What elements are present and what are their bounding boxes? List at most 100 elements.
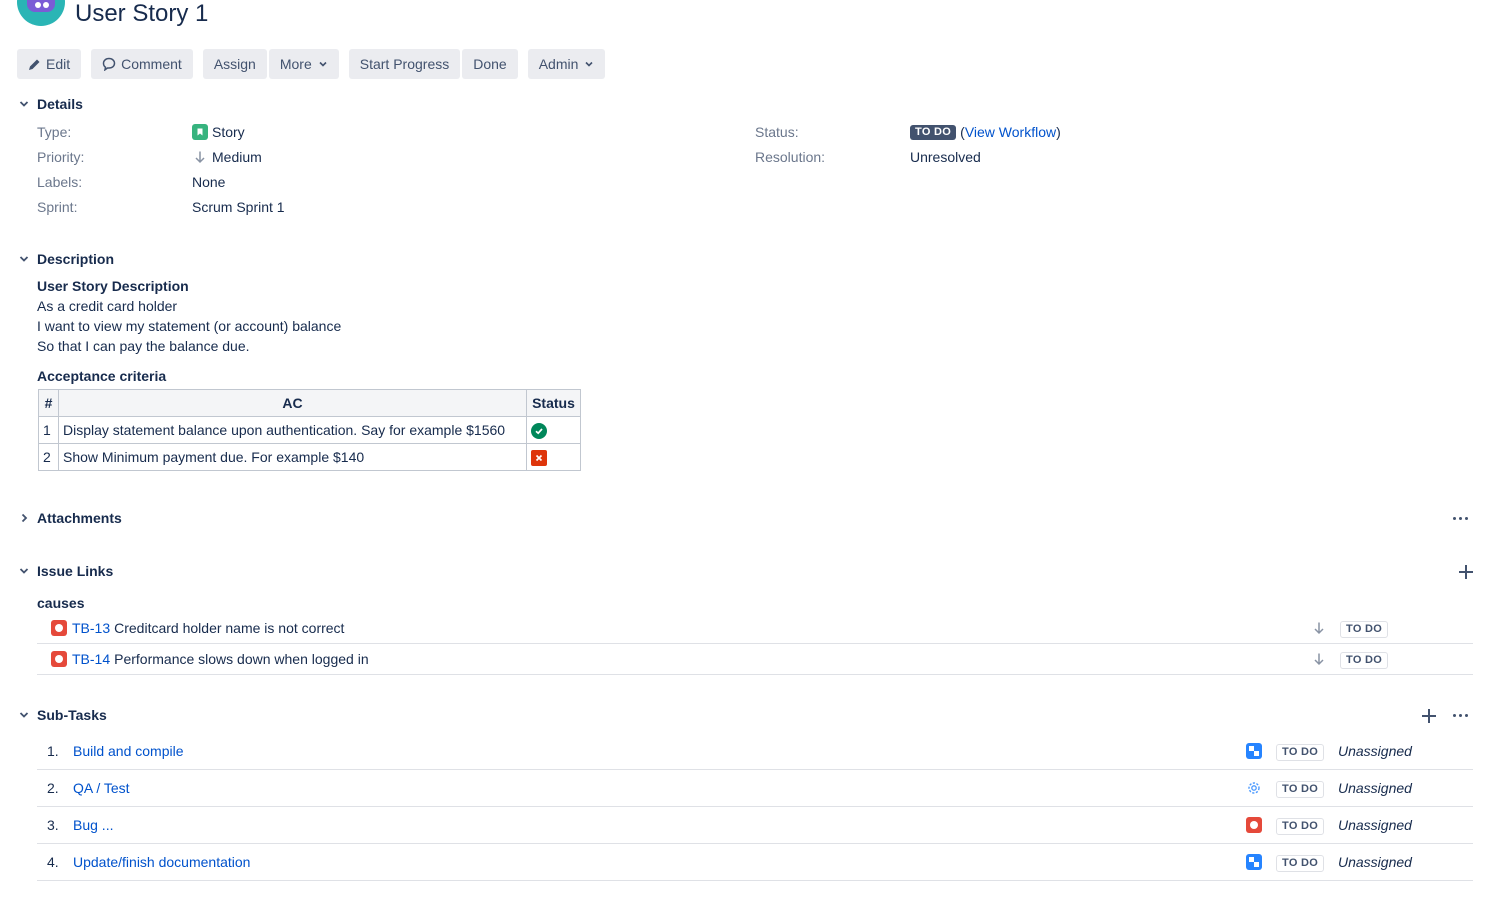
description-line: As a credit card holder (37, 298, 178, 314)
subtask-row: 1. Build and compile TO DO Unassigned (37, 733, 1473, 770)
description-subtitle: User Story Description (37, 278, 189, 294)
subtask-row: 4. Update/finish documentation TO DO Una… (37, 844, 1473, 881)
subtask-number: 2. (47, 780, 59, 796)
assignee[interactable]: Unassigned (1338, 743, 1412, 759)
page-title: User Story 1 (75, 0, 209, 27)
table-cell: 1 (38, 416, 59, 444)
description-body: User Story Description As a credit card … (37, 276, 341, 386)
comment-button[interactable]: Comment (91, 49, 193, 79)
status-badge: TO DO (1340, 652, 1389, 669)
issue-link-key[interactable]: TB-14 (72, 651, 110, 667)
chevron-down-icon (17, 252, 31, 266)
status-badge: TO DO (1276, 781, 1325, 798)
done-button-label: Done (473, 56, 507, 72)
subtask-row: 2. QA / Test TO DO Unassigned (37, 770, 1473, 807)
start-progress-button[interactable]: Start Progress (348, 49, 461, 79)
bug-icon (51, 620, 67, 636)
subtask-title-link[interactable]: Bug ... (73, 817, 113, 833)
edit-button[interactable]: Edit (17, 49, 82, 79)
subtask-number: 4. (47, 854, 59, 870)
priority-value-text: Medium (212, 149, 262, 165)
subtask-icon (1246, 854, 1262, 870)
acceptance-criteria-heading: Acceptance criteria (37, 368, 167, 384)
chevron-down-icon (584, 59, 594, 69)
subtasks-heading: Sub-Tasks (37, 707, 107, 723)
table-header: # (38, 389, 59, 417)
status-label: Status: (755, 124, 799, 140)
attachments-toggle[interactable]: Attachments (17, 510, 122, 526)
view-workflow-link[interactable]: View Workflow (965, 124, 1056, 140)
issue-link-summary: Creditcard holder name is not correct (114, 620, 345, 636)
chevron-down-icon (318, 59, 328, 69)
table-header: AC (58, 389, 527, 417)
table-cell: Display statement balance upon authentic… (58, 416, 527, 444)
comment-icon (102, 57, 116, 71)
attachments-more-icon[interactable] (1453, 517, 1468, 520)
subtask-row: 3. Bug ... TO DO Unassigned (37, 807, 1473, 844)
subtask-title-link[interactable]: Update/finish documentation (73, 854, 250, 870)
subtask-title-link[interactable]: QA / Test (73, 780, 130, 796)
status-badge: TO DO (1276, 744, 1325, 761)
arrow-down-icon (1313, 621, 1325, 638)
sprint-label: Sprint: (37, 199, 78, 215)
description-heading: Description (37, 251, 115, 267)
assignee[interactable]: Unassigned (1338, 854, 1412, 870)
comment-button-label: Comment (121, 56, 182, 72)
subtask-title-link[interactable]: Build and compile (73, 743, 184, 759)
acceptance-criteria-table: # AC Status 1 Display statement balance … (38, 389, 581, 471)
chevron-down-icon (17, 564, 31, 578)
table-cell: 2 (38, 443, 59, 471)
done-button[interactable]: Done (462, 49, 518, 79)
project-avatar (17, 0, 65, 26)
table-header-row: # AC Status (38, 389, 581, 417)
table-header: Status (526, 389, 581, 417)
assignee[interactable]: Unassigned (1338, 780, 1412, 796)
cross-square-icon (531, 449, 547, 466)
table-row: 2 Show Minimum payment due. For example … (38, 443, 581, 471)
attachments-heading: Attachments (37, 510, 122, 526)
add-link-icon[interactable] (1459, 565, 1473, 579)
resolution-value: Unresolved (910, 149, 981, 165)
issue-links-toggle[interactable]: Issue Links (17, 563, 113, 579)
type-label: Type: (37, 124, 72, 140)
table-cell: Show Minimum payment due. For example $1… (58, 443, 527, 471)
arrow-down-icon (192, 149, 208, 165)
assignee[interactable]: Unassigned (1338, 817, 1412, 833)
link-group-label: causes (37, 595, 85, 611)
description-toggle[interactable]: Description (17, 251, 114, 267)
status-badge: TO DO (1276, 855, 1325, 872)
status-value: TO DO ( View Workflow ) (910, 124, 1061, 140)
chevron-right-icon (17, 511, 31, 525)
labels-label: Labels: (37, 174, 83, 190)
bug-icon (51, 651, 67, 667)
admin-button[interactable]: Admin (527, 49, 606, 79)
assign-button[interactable]: Assign (202, 49, 267, 79)
more-button[interactable]: More (268, 49, 339, 79)
issue-link-summary: Performance slows down when logged in (114, 651, 369, 667)
story-icon (192, 124, 208, 140)
table-cell-status (526, 416, 581, 444)
sprint-value: Scrum Sprint 1 (192, 199, 285, 215)
more-button-label: More (279, 56, 312, 72)
subtasks-more-icon[interactable] (1453, 714, 1468, 717)
subtask-number: 1. (47, 743, 59, 759)
details-toggle[interactable]: Details (17, 96, 83, 112)
labels-value: None (192, 174, 226, 190)
status-badge: TO DO (910, 124, 957, 140)
subtasks-toggle[interactable]: Sub-Tasks (17, 707, 107, 723)
issue-link-key[interactable]: TB-13 (72, 620, 110, 636)
arrow-down-icon (1313, 652, 1325, 669)
add-subtask-icon[interactable] (1422, 709, 1436, 723)
description-line: I want to view my statement (or account)… (37, 318, 342, 334)
issue-link-row: TB-13 Creditcard holder name is not corr… (37, 613, 1473, 644)
resolution-label: Resolution: (755, 149, 826, 165)
bug-icon (1246, 817, 1262, 833)
avatar-monster-icon (27, 0, 55, 12)
subtask-number: 3. (47, 817, 59, 833)
details-heading: Details (37, 96, 83, 112)
chevron-down-icon (17, 708, 31, 722)
issue-links-heading: Issue Links (37, 563, 114, 579)
issue-link-row: TB-14 Performance slows down when logged… (37, 644, 1473, 675)
priority-value: Medium (192, 149, 262, 165)
description-line: So that I can pay the balance due. (37, 338, 250, 354)
